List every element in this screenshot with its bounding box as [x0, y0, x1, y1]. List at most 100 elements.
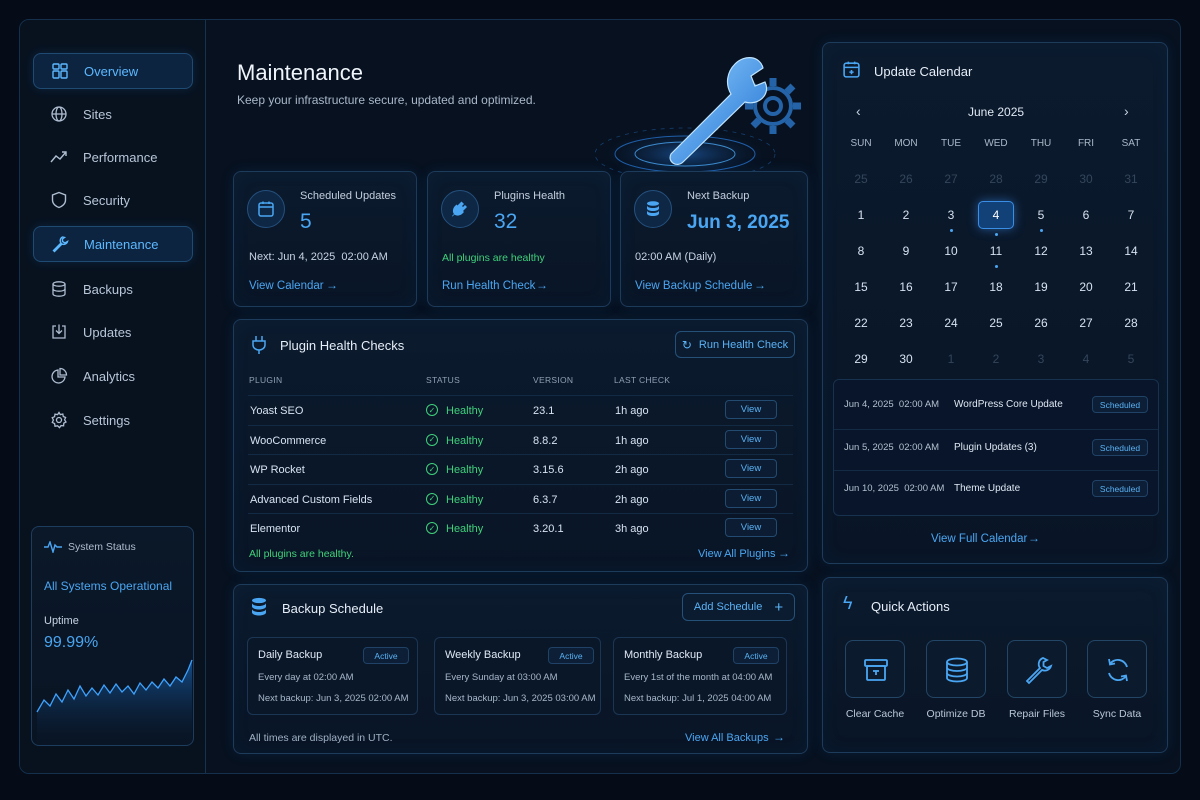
calendar-day[interactable]: 29 — [1023, 165, 1059, 193]
calendar-day[interactable]: 31 — [1113, 165, 1149, 193]
calendar-day[interactable]: 2 — [888, 201, 924, 229]
view-full-calendar-link[interactable]: View Full Calendar — [931, 533, 1027, 545]
view-button[interactable]: View — [725, 429, 777, 449]
sync-icon — [1108, 658, 1128, 682]
calendar-month: June 2025 — [968, 105, 1025, 119]
calendar-day[interactable]: 21 — [1113, 273, 1149, 301]
calendar-day[interactable]: 1 — [933, 345, 969, 373]
calendar-day[interactable]: 30 — [1068, 165, 1104, 193]
status-text: Healthy — [446, 405, 484, 417]
view-all-backups-link[interactable]: View All Backups — [685, 732, 769, 744]
calendar-day[interactable]: 5 — [1113, 345, 1149, 373]
calendar-day[interactable]: 20 — [1068, 273, 1104, 301]
calendar-day[interactable]: 2 — [978, 345, 1014, 373]
calendar-day[interactable]: 13 — [1068, 237, 1104, 265]
status-badge: Scheduled — [1092, 439, 1148, 456]
calendar-day[interactable]: 4 — [978, 201, 1014, 236]
backup-schedule-item[interactable]: Daily Backup Active Every day at 02:00 AM N… — [247, 637, 418, 715]
optimize-db-button[interactable] — [926, 640, 986, 698]
repair-files-button[interactable] — [1007, 640, 1067, 698]
calendar-day[interactable]: 9 — [888, 237, 924, 265]
calendar-day[interactable]: 17 — [933, 273, 969, 301]
calendar-day[interactable]: 25 — [843, 165, 879, 193]
gear-icon — [51, 411, 67, 429]
run-health-check-button[interactable]: ↻ Run Health Check — [675, 331, 795, 358]
plus-icon: + — [774, 598, 784, 616]
stat-detail: Next: Jun 4, 2025 02:00 AM — [249, 251, 388, 263]
calendar-day[interactable]: 6 — [1068, 201, 1104, 229]
calendar-event[interactable]: Jun 4, 2025 02:00 AM WordPress Core Updat… — [834, 388, 1158, 420]
column-header: STATUS — [426, 375, 461, 385]
calendar-day[interactable]: 30 — [888, 345, 924, 373]
stat-value: 32 — [494, 210, 518, 233]
calendar-day[interactable]: 7 — [1113, 201, 1149, 229]
stat-detail: 02:00 AM (Daily) — [635, 251, 717, 263]
calendar-day[interactable]: 4 — [1068, 345, 1104, 373]
day-number: 24 — [944, 316, 958, 330]
status-badge: Scheduled — [1092, 480, 1148, 497]
arrow-right-icon: → — [536, 278, 548, 292]
calendar-day[interactable]: 25 — [978, 309, 1014, 337]
day-number: 16 — [899, 280, 913, 294]
sidebar-item-label: Analytics — [83, 368, 136, 384]
calendar-day[interactable]: 1 — [843, 201, 879, 229]
calendar-day[interactable]: 10 — [933, 237, 969, 265]
calendar-day[interactable]: 5 — [1023, 201, 1059, 232]
view-all-plugins-link[interactable]: View All Plugins — [698, 548, 775, 560]
sidebar-item-backups[interactable]: Backups — [33, 271, 193, 307]
calendar-day[interactable]: 3 — [933, 201, 969, 232]
sidebar-item-analytics[interactable]: Analytics — [33, 358, 193, 394]
plug-icon — [441, 190, 479, 228]
add-schedule-button[interactable]: Add Schedule + — [682, 593, 795, 621]
sidebar-item-overview[interactable]: Overview — [33, 53, 193, 89]
refresh-icon: ↻ — [681, 337, 692, 352]
backup-frequency: Every Sunday at 03:00 AM — [445, 672, 558, 683]
calendar-day[interactable]: 8 — [843, 237, 879, 265]
calendar-event[interactable]: Jun 10, 2025 02:00 AM Theme Update Schedul… — [834, 470, 1158, 502]
stat-value: Jun 3, 2025 — [687, 212, 790, 233]
sync-data-button[interactable] — [1087, 640, 1147, 698]
view-button[interactable]: View — [725, 400, 777, 419]
calendar-day[interactable]: 28 — [978, 165, 1014, 193]
calendar-day[interactable]: 27 — [933, 165, 969, 193]
calendar-day[interactable]: 3 — [1023, 345, 1059, 373]
sidebar-item-maintenance[interactable]: Maintenance — [33, 226, 193, 262]
backup-schedule-item[interactable]: Weekly Backup Active Every Sunday at 03:00… — [434, 637, 601, 715]
next-month-button[interactable]: › — [1124, 103, 1129, 119]
calendar-day[interactable]: 18 — [978, 273, 1014, 301]
calendar-day[interactable]: 26 — [1023, 309, 1059, 337]
calendar-event[interactable]: Jun 5, 2025 02:00 AM Plugin Updates (3) Sc… — [834, 429, 1158, 461]
prev-month-button[interactable]: ‹ — [856, 103, 861, 119]
calendar-day[interactable]: 27 — [1068, 309, 1104, 337]
calendar-day[interactable]: 23 — [888, 309, 924, 337]
sidebar-item-performance[interactable]: Performance — [33, 139, 193, 175]
calendar-day[interactable]: 28 — [1113, 309, 1149, 337]
view-button[interactable]: View — [725, 488, 777, 508]
calendar-day[interactable]: 14 — [1113, 237, 1149, 265]
sidebar-item-settings[interactable]: Settings — [33, 402, 193, 438]
stat-detail: All plugins are healthy — [442, 252, 545, 264]
run-health-check-link[interactable]: Run Health Check — [442, 280, 535, 292]
events-list: Jun 4, 2025 02:00 AM WordPress Core Updat… — [833, 379, 1159, 516]
stat-card-scheduled-updates: Scheduled Updates 5 Next: Jun 4, 2025 02… — [233, 171, 417, 307]
calendar-day[interactable]: 15 — [843, 273, 879, 301]
backup-schedule-item[interactable]: Monthly Backup Active Every 1st of the mon… — [613, 637, 787, 715]
calendar-day[interactable]: 24 — [933, 309, 969, 337]
calendar-day[interactable]: 12 — [1023, 237, 1059, 265]
sidebar-item-security[interactable]: Security — [33, 182, 193, 218]
clear-cache-button[interactable] — [845, 640, 905, 698]
view-button[interactable]: View — [725, 459, 777, 478]
view-button[interactable]: View — [725, 518, 777, 537]
calendar-day[interactable]: 26 — [888, 165, 924, 193]
calendar-day[interactable]: 11 — [978, 237, 1014, 268]
calendar-day[interactable]: 16 — [888, 273, 924, 301]
view-backup-schedule-link[interactable]: View Backup Schedule — [635, 280, 752, 292]
day-number: 29 — [854, 352, 868, 366]
calendar-day[interactable]: 19 — [1023, 273, 1059, 301]
view-calendar-link[interactable]: View Calendar — [249, 280, 324, 292]
calendar-day[interactable]: 29 — [843, 345, 879, 373]
calendar-day[interactable]: 22 — [843, 309, 879, 337]
sidebar-item-updates[interactable]: Updates — [33, 314, 193, 350]
status-badge: Active — [363, 647, 409, 664]
sidebar-item-sites[interactable]: Sites — [33, 96, 193, 132]
